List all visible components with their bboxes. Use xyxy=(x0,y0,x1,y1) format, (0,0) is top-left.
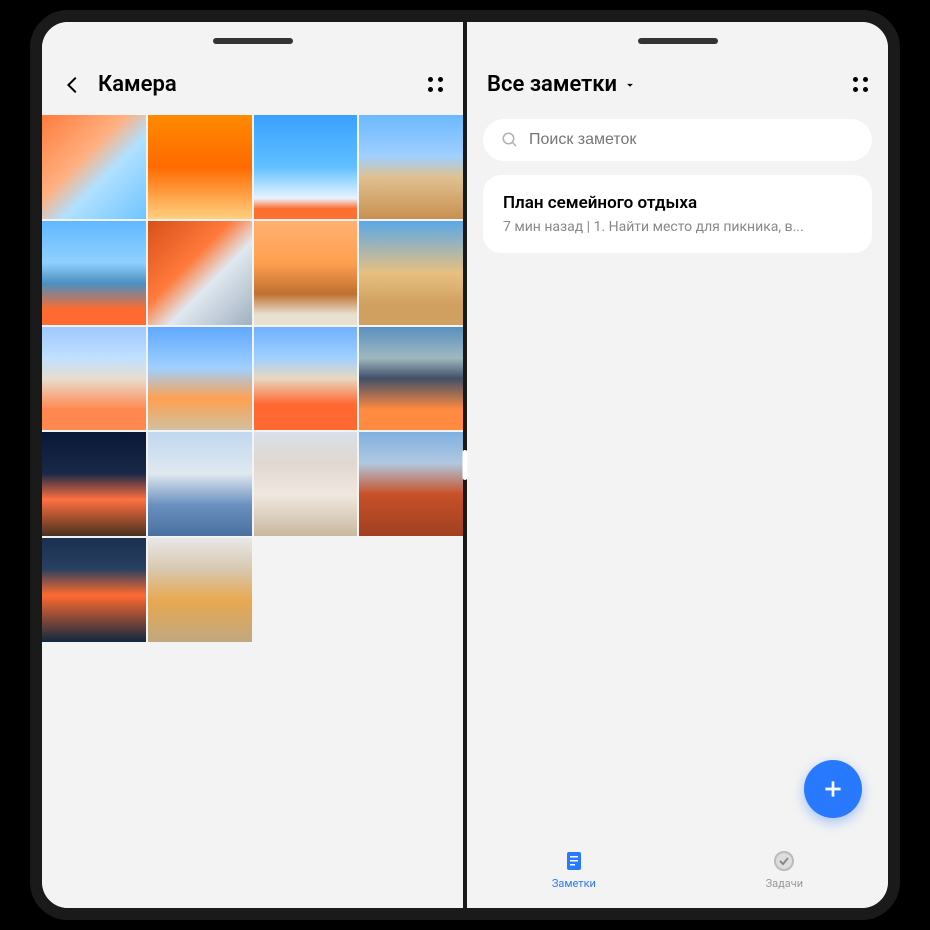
photo-thumb[interactable] xyxy=(359,432,463,536)
speaker-grille xyxy=(638,38,718,44)
photo-thumb[interactable] xyxy=(42,221,146,325)
empty-cell xyxy=(254,538,358,642)
search-icon xyxy=(501,131,519,149)
photo-thumb[interactable] xyxy=(42,115,146,219)
note-title: План семейного отдыха xyxy=(503,193,852,213)
tab-notes-label: Заметки xyxy=(552,877,596,890)
tasks-icon xyxy=(772,849,796,873)
more-icon[interactable] xyxy=(853,77,868,92)
chevron-down-icon xyxy=(623,78,637,92)
foldable-device: Камера Все заметки План семейного отдыха xyxy=(30,10,900,920)
empty-cell xyxy=(359,538,463,642)
notes-title: Все заметки xyxy=(487,72,617,97)
note-meta: 7 мин назад | 1. Найти место для пикника… xyxy=(503,219,852,235)
hinge-handle[interactable] xyxy=(463,450,468,480)
photo-thumb[interactable] xyxy=(254,221,358,325)
notes-header: Все заметки xyxy=(467,22,888,115)
photo-grid xyxy=(42,115,463,642)
photo-thumb[interactable] xyxy=(148,432,252,536)
photo-thumb[interactable] xyxy=(148,327,252,431)
photo-thumb[interactable] xyxy=(359,327,463,431)
photo-thumb[interactable] xyxy=(254,432,358,536)
more-icon[interactable] xyxy=(428,77,443,92)
photo-thumb[interactable] xyxy=(42,432,146,536)
photo-thumb[interactable] xyxy=(254,327,358,431)
photo-thumb[interactable] xyxy=(148,221,252,325)
photo-thumb[interactable] xyxy=(359,221,463,325)
photo-thumb[interactable] xyxy=(148,538,252,642)
search-input[interactable] xyxy=(529,131,854,149)
photo-thumb[interactable] xyxy=(148,115,252,219)
photo-thumb[interactable] xyxy=(254,115,358,219)
bottom-tabs: Заметки Задачи xyxy=(467,849,888,890)
search-bar[interactable] xyxy=(483,119,872,161)
photo-thumb[interactable] xyxy=(42,327,146,431)
tab-tasks-label: Задачи xyxy=(766,877,803,890)
gallery-header: Камера xyxy=(42,22,463,115)
add-note-button[interactable] xyxy=(804,760,862,818)
notes-title-dropdown[interactable]: Все заметки xyxy=(487,72,637,97)
notes-app: Все заметки План семейного отдыха 7 мин … xyxy=(465,22,888,908)
tab-tasks[interactable]: Задачи xyxy=(766,849,803,890)
speaker-grille xyxy=(213,38,293,44)
back-icon[interactable] xyxy=(62,74,84,96)
note-item[interactable]: План семейного отдыха 7 мин назад | 1. Н… xyxy=(483,175,872,253)
gallery-app: Камера xyxy=(42,22,465,908)
gallery-title: Камера xyxy=(98,72,177,97)
photo-thumb[interactable] xyxy=(359,115,463,219)
notes-icon xyxy=(562,849,586,873)
photo-thumb[interactable] xyxy=(42,538,146,642)
plus-icon xyxy=(820,776,846,802)
tab-notes[interactable]: Заметки xyxy=(552,849,596,890)
